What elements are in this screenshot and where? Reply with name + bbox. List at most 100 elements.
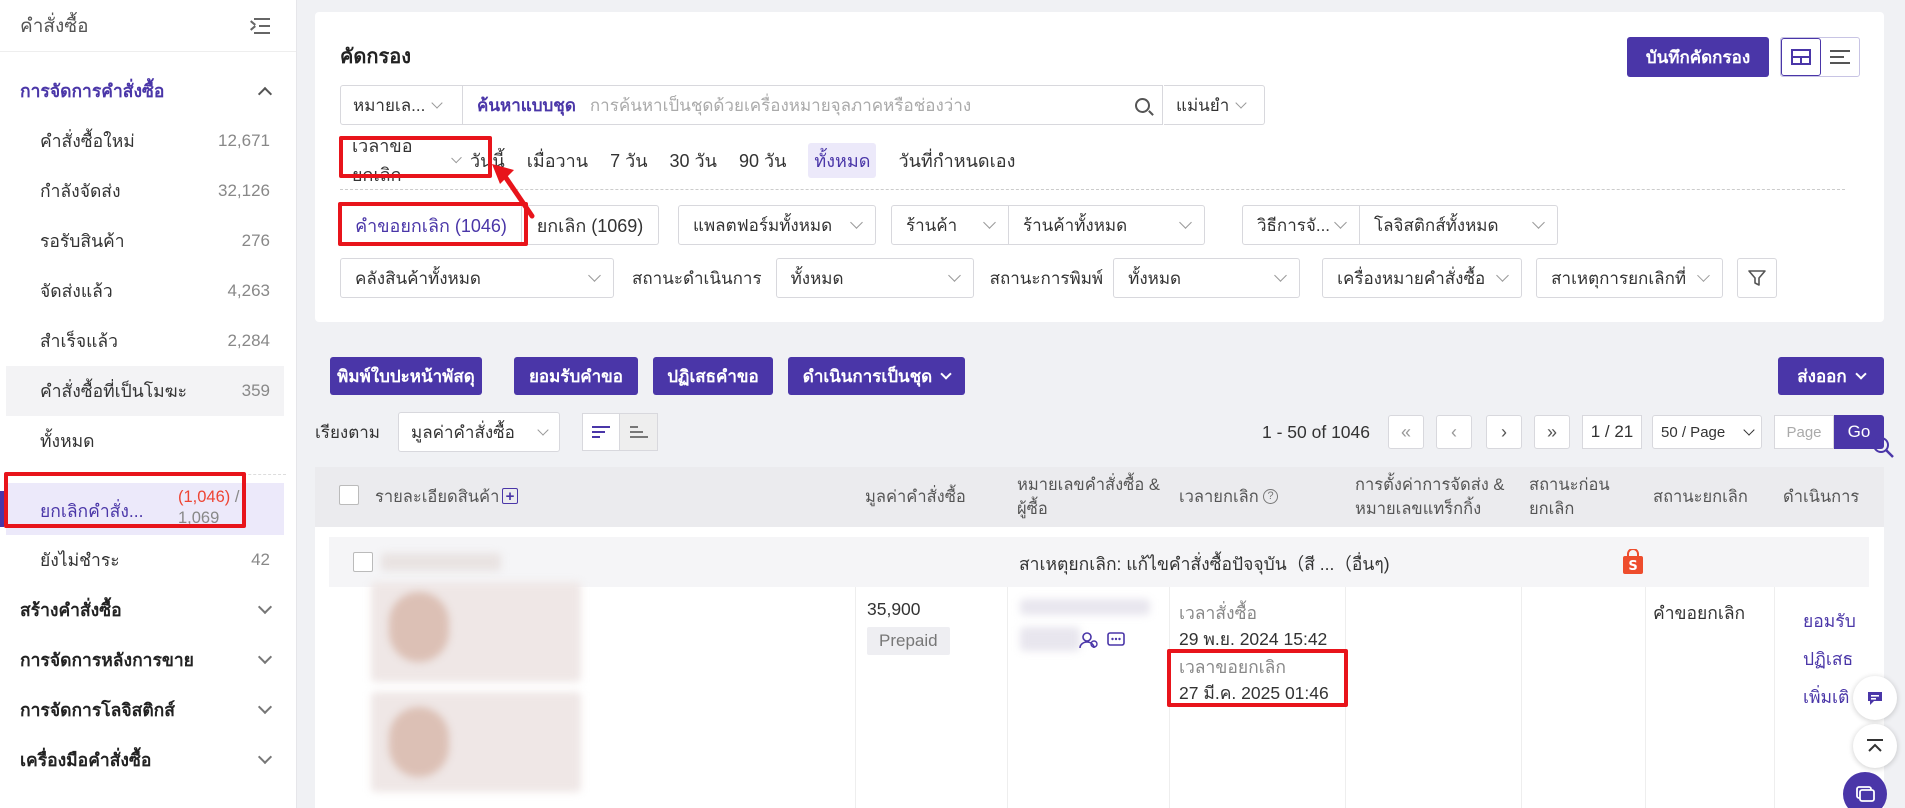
cancel-reason-text: สาเหตุยกเลิก: แก้ไขคำสั่งซื้อปัจจุบัน（สี… xyxy=(1019,554,1390,574)
reject-request-button[interactable]: ปฏิเสธคำขอ xyxy=(653,357,773,395)
sidebar-item-count: 359 xyxy=(241,381,270,400)
page-size-value: 50 / Page xyxy=(1661,423,1726,441)
select-all-checkbox[interactable] xyxy=(339,485,359,505)
header-product: รายละเอียดสินค้า xyxy=(375,488,500,506)
column-divider xyxy=(855,587,856,808)
sidebar-item-label: คำสั่งซื้อใหม่ xyxy=(40,131,135,151)
sidebar-item-label: รอรับสินค้า xyxy=(40,231,125,251)
header-shipping-line1: การตั้งค่าการจัดส่ง & xyxy=(1355,476,1505,494)
prev-page-button[interactable]: ‹ xyxy=(1436,415,1472,449)
chevron-down-icon xyxy=(1274,269,1288,282)
sidebar-item-unpaid[interactable]: ยังไม่ชำระ 42 xyxy=(0,535,296,585)
search-icon[interactable] xyxy=(1135,97,1150,113)
sort-desc-button[interactable] xyxy=(582,413,620,451)
sidebar-group-label: สร้างคำสั่งซื้อ xyxy=(20,600,122,620)
chevron-down-icon xyxy=(1743,424,1755,436)
last-page-button[interactable]: » xyxy=(1534,415,1570,449)
search-input[interactable]: ค้นหาแบบชุด การค้นหาเป็นชุดด้วยเครื่องหม… xyxy=(463,85,1163,125)
search-type-select[interactable]: หมายเล... xyxy=(340,85,463,125)
product-thumb xyxy=(389,592,449,662)
order-row-header: สาเหตุยกเลิก: แก้ไขคำสั่งซื้อปัจจุบัน（สี… xyxy=(329,537,1869,587)
message-button[interactable] xyxy=(1843,772,1887,808)
sidebar-group-order-management[interactable]: การจัดการคำสั่งซื้อ xyxy=(0,66,296,116)
sidebar-group-order-tools[interactable]: เครื่องมือคำสั่งซื้อ xyxy=(0,735,296,785)
batch-actions-button[interactable]: ดำเนินการเป็นชุด xyxy=(788,357,965,395)
cancel-reason-select[interactable]: สาเหตุการยกเลิกที่ xyxy=(1536,258,1724,298)
sidebar-group-after-sales[interactable]: การจัดการหลังการขาย xyxy=(0,635,296,685)
sidebar-group-label: การจัดการโลจิสติกส์ xyxy=(20,700,175,720)
sort-select[interactable]: มูลค่าคำสั่งซื้อ xyxy=(398,412,560,452)
order-marker-select[interactable]: เครื่องหมายคำสั่งซื้อ xyxy=(1322,258,1523,298)
sort-asc-button[interactable] xyxy=(620,413,658,451)
process-status-select[interactable]: ทั้งหมด xyxy=(775,258,974,298)
chat-icon[interactable] xyxy=(1107,631,1125,649)
sidebar-item-new-orders[interactable]: คำสั่งซื้อใหม่ 12,671 xyxy=(0,116,296,166)
table-body: สาเหตุยกเลิก: แก้ไขคำสั่งซื้อปัจจุบัน（สี… xyxy=(315,527,1884,808)
headset-icon xyxy=(1868,692,1882,705)
help-icon[interactable]: ? xyxy=(1263,489,1278,504)
save-filter-button[interactable]: บันทึกคัดกรอง xyxy=(1627,37,1769,77)
accept-request-button[interactable]: ยอมรับคำขอ xyxy=(514,357,638,395)
add-column-icon[interactable]: + xyxy=(502,488,518,504)
sidebar-group-create-order[interactable]: สร้างคำสั่งซื้อ xyxy=(0,585,296,635)
sidebar-group-logistics[interactable]: การจัดการโลจิสติกส์ xyxy=(0,685,296,735)
header-pre-cancel-line2: ยกเลิก xyxy=(1529,500,1575,518)
column-divider xyxy=(1645,587,1646,808)
column-divider xyxy=(1007,587,1008,808)
sidebar-item-count: 42 xyxy=(251,550,270,569)
time-option-all[interactable]: ทั้งหมด xyxy=(808,142,877,178)
sidebar-item-awaiting-pickup[interactable]: รอรับสินค้า 276 xyxy=(0,216,296,266)
chevron-down-icon xyxy=(850,216,863,229)
order-time-label: เวลาสั่งซื้อ xyxy=(1179,603,1257,623)
time-option-custom[interactable]: วันที่กำหนดเอง xyxy=(898,146,1015,175)
print-label-button[interactable]: พิมพ์ใบปะหน้าพัสดุ xyxy=(330,357,482,395)
collapse-menu-icon[interactable] xyxy=(250,17,270,35)
sidebar-item-label: คำสั่งซื้อที่เป็นโมฆะ xyxy=(40,381,188,401)
chevron-down-icon xyxy=(257,599,273,615)
payment-badge: Prepaid xyxy=(867,627,950,655)
match-mode-select[interactable]: แม่นยำ xyxy=(1164,85,1265,125)
chevron-down-icon xyxy=(257,749,273,765)
sidebar-item-all[interactable]: ทั้งหมด xyxy=(0,416,296,466)
sidebar-item-void-orders[interactable]: คำสั่งซื้อที่เป็นโมฆะ 359 xyxy=(6,366,284,416)
header-cancel-time: เวลายกเลิก xyxy=(1179,488,1259,506)
chevron-down-icon xyxy=(257,649,273,665)
support-chat-button[interactable] xyxy=(1853,676,1897,720)
sidebar-item-label: สำเร็จแล้ว xyxy=(40,331,118,351)
warehouse-select[interactable]: คลังสินค้าทั้งหมด xyxy=(340,258,614,298)
sidebar-item-label: ยังไม่ชำระ xyxy=(40,550,120,570)
sidebar-item-completed[interactable]: สำเร็จแล้ว 2,284 xyxy=(0,316,296,366)
accept-link[interactable]: ยอมรับ xyxy=(1803,607,1856,635)
time-option-7-days[interactable]: 7 วัน xyxy=(610,146,647,175)
export-button[interactable]: ส่งออก xyxy=(1778,357,1884,395)
page-jump-input[interactable]: Page xyxy=(1774,415,1834,449)
card-view-button[interactable] xyxy=(1781,38,1821,76)
first-page-button[interactable]: « xyxy=(1388,415,1424,449)
sidebar-item-shipping[interactable]: กำลังจัดส่ง 32,126 xyxy=(0,166,296,216)
buyer-icon[interactable] xyxy=(1079,631,1099,649)
search-icon[interactable] xyxy=(1872,436,1896,460)
reject-link[interactable]: ปฏิเสธ xyxy=(1803,645,1853,673)
row-checkbox[interactable] xyxy=(353,552,373,572)
funnel-icon xyxy=(1748,270,1766,286)
shop-select[interactable]: ร้านค้าทั้งหมด xyxy=(1009,205,1205,245)
print-status-value: ทั้งหมด xyxy=(1128,268,1182,288)
message-icon xyxy=(1856,786,1875,802)
shipping-method-select[interactable]: วิธีการจั... xyxy=(1242,205,1360,245)
logistics-select[interactable]: โลจิสติกส์ทั้งหมด xyxy=(1360,205,1558,245)
sidebar-item-shipped[interactable]: จัดส่งแล้ว 4,263 xyxy=(0,266,296,316)
shop-type-select[interactable]: ร้านค้า xyxy=(891,205,1009,245)
advanced-filter-row: คลังสินค้าทั้งหมด สถานะดำเนินการ ทั้งหมด… xyxy=(340,258,1778,298)
list-view-button[interactable] xyxy=(1821,38,1859,76)
chevron-down-icon xyxy=(1697,269,1711,282)
sort-value: มูลค่าคำสั่งซื้อ xyxy=(411,422,515,442)
page-size-select[interactable]: 50 / Page xyxy=(1652,415,1762,449)
time-option-30-days[interactable]: 30 วัน xyxy=(670,146,717,175)
sort-desc-icon xyxy=(592,426,610,438)
back-to-top-button[interactable] xyxy=(1853,724,1897,768)
platform-select[interactable]: แพลตฟอร์มทั้งหมด xyxy=(678,205,876,245)
time-option-90-days[interactable]: 90 วัน xyxy=(739,146,786,175)
more-filters-button[interactable] xyxy=(1737,258,1778,298)
print-status-select[interactable]: ทั้งหมด xyxy=(1113,258,1301,298)
next-page-button[interactable]: › xyxy=(1486,415,1522,449)
